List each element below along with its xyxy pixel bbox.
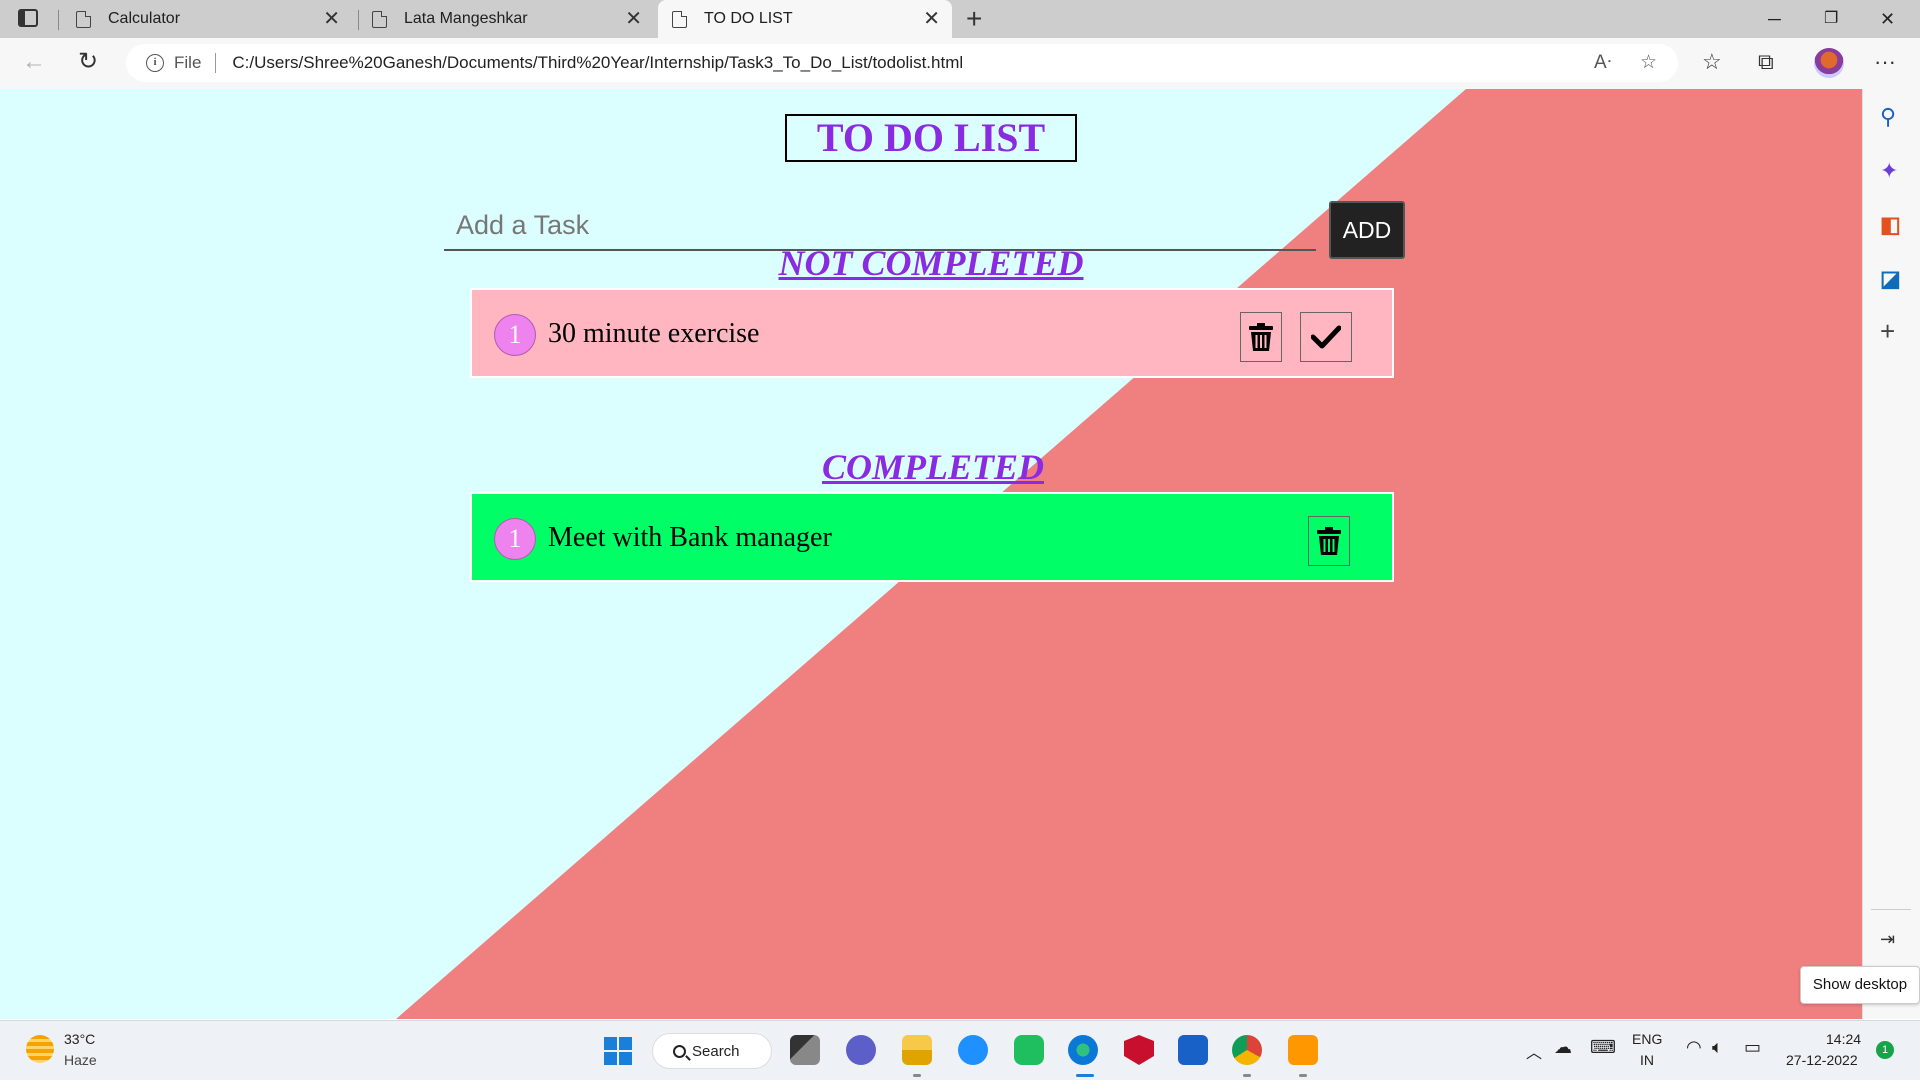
weather-description[interactable]: Haze <box>64 1052 97 1068</box>
tab-calculator[interactable]: Calculator ✕ <box>62 0 352 38</box>
active-indicator <box>1076 1074 1094 1077</box>
running-indicator <box>1243 1074 1251 1077</box>
task-view-icon[interactable] <box>790 1035 820 1065</box>
more-icon[interactable]: ··· <box>1874 50 1896 74</box>
delete-button[interactable] <box>1240 312 1282 362</box>
scheme-label: File <box>174 53 202 72</box>
page-icon <box>372 10 387 28</box>
tab-title: Calculator <box>108 10 181 27</box>
tab-to-do-list[interactable]: TO DO LIST ✕ <box>658 0 952 38</box>
tab-separator <box>358 10 359 30</box>
read-aloud-icon[interactable]: Aᐧ <box>1594 51 1612 74</box>
task-number-badge: 1 <box>494 314 536 356</box>
sidebar-divider <box>1871 909 1911 910</box>
check-icon <box>1311 325 1341 349</box>
task-text: 30 minute exercise <box>548 318 760 349</box>
trash-icon <box>1317 527 1341 555</box>
battery-icon[interactable]: ▭ <box>1744 1037 1761 1058</box>
reload-button[interactable]: ↻ <box>78 48 98 76</box>
search-icon[interactable]: ⚲ <box>1880 105 1896 129</box>
clock-date[interactable]: 27-12-2022 <box>1786 1052 1858 1068</box>
weather-icon[interactable] <box>26 1035 54 1063</box>
info-icon[interactable]: i <box>146 54 164 72</box>
collections-icon[interactable]: ⧉ <box>1758 50 1774 74</box>
page-title: TO DO LIST <box>785 114 1077 162</box>
page-icon <box>672 10 687 28</box>
add-icon[interactable]: + <box>1880 318 1895 344</box>
complete-button[interactable] <box>1300 312 1352 362</box>
sublime-text-icon[interactable] <box>1288 1035 1318 1065</box>
keyboard-icon[interactable]: ⌨ <box>1590 1037 1616 1058</box>
tab-title: Lata Mangeshkar <box>404 10 528 27</box>
outlook-icon[interactable]: ◪ <box>1880 267 1901 291</box>
start-button[interactable] <box>604 1037 632 1065</box>
close-window-button[interactable]: ✕ <box>1880 4 1895 34</box>
close-icon[interactable]: ✕ <box>923 9 940 29</box>
back-button[interactable]: ← <box>22 48 46 76</box>
show-desktop-tooltip: Show desktop <box>1800 966 1920 1004</box>
file-explorer-icon[interactable] <box>902 1035 932 1065</box>
task-number-badge: 1 <box>494 518 536 560</box>
trash-icon <box>1249 323 1273 351</box>
not-completed-heading: NOT COMPLETED <box>778 243 1084 283</box>
address-bar[interactable]: i File C:/Users/Shree%20Ganesh/Documents… <box>126 44 1678 82</box>
close-icon[interactable]: ✕ <box>625 9 642 29</box>
office-icon[interactable]: ◧ <box>1880 213 1901 237</box>
hide-sidebar-icon[interactable]: ⇥ <box>1880 927 1895 951</box>
tab-actions-icon[interactable] <box>18 9 38 27</box>
address-separator <box>215 53 217 73</box>
chat-app-icon[interactable] <box>1014 1035 1044 1065</box>
delete-button[interactable] <box>1308 516 1350 566</box>
completed-task-card: 1 Meet with Bank manager <box>470 492 1394 582</box>
add-favorite-icon[interactable]: ☆ <box>1640 51 1657 74</box>
page-viewport: TO DO LIST ADD NOT COMPLETED 1 30 minute… <box>0 89 1862 1019</box>
edge-sidebar: ⚲ ✦ ◧ ◪ + ⇥ <box>1862 89 1920 1019</box>
profile-avatar[interactable] <box>1814 48 1844 78</box>
close-icon[interactable]: ✕ <box>323 9 340 29</box>
store-icon[interactable] <box>1178 1035 1208 1065</box>
taskbar: 33°C Haze Search ︿ ☁ ⌨ ENG IN ◠ 🔈︎ ▭ 14:… <box>0 1020 1920 1080</box>
chevron-up-icon[interactable]: ︿ <box>1526 1039 1542 1063</box>
clock-time[interactable]: 14:24 <box>1826 1031 1861 1047</box>
add-button[interactable]: ADD <box>1329 201 1405 259</box>
url-text[interactable]: C:/Users/Shree%20Ganesh/Documents/Third%… <box>232 53 963 73</box>
running-indicator <box>913 1074 921 1077</box>
language-line1[interactable]: ENG <box>1632 1031 1662 1047</box>
chrome-icon[interactable] <box>1232 1035 1262 1065</box>
teams-chat-icon[interactable] <box>846 1035 876 1065</box>
minimize-button[interactable]: ─ <box>1768 4 1781 34</box>
language-line2[interactable]: IN <box>1640 1052 1654 1068</box>
edge-browser-icon[interactable] <box>1068 1035 1098 1065</box>
wifi-icon[interactable]: ◠ <box>1686 1037 1702 1058</box>
tab-separator <box>58 10 59 30</box>
task-text: Meet with Bank manager <box>548 522 832 553</box>
taskbar-search[interactable]: Search <box>652 1033 772 1069</box>
notification-badge[interactable]: 1 <box>1876 1041 1894 1059</box>
search-icon <box>673 1044 686 1058</box>
completed-heading: COMPLETED <box>822 447 1045 487</box>
page-icon <box>76 10 91 28</box>
tab-strip: Calculator ✕ Lata Mangeshkar ✕ TO DO LIS… <box>0 0 1920 38</box>
tab-lata-mangeshkar[interactable]: Lata Mangeshkar ✕ <box>362 0 654 38</box>
running-indicator <box>1299 1074 1307 1077</box>
weather-temperature[interactable]: 33°C <box>64 1031 95 1047</box>
onedrive-icon[interactable]: ☁ <box>1554 1037 1572 1058</box>
pending-task-card: 1 30 minute exercise <box>470 288 1394 378</box>
tab-title: TO DO LIST <box>704 10 793 27</box>
address-bar-row: ← ↻ i File C:/Users/Shree%20Ganesh/Docum… <box>0 38 1920 90</box>
new-tab-button[interactable]: + <box>966 4 982 34</box>
favorites-icon[interactable]: ☆ <box>1702 50 1722 74</box>
restore-button[interactable]: ❐ <box>1824 4 1838 34</box>
copilot-icon[interactable]: ✦ <box>1880 159 1898 183</box>
search-label: Search <box>692 1042 740 1060</box>
volume-icon[interactable]: 🔈︎ <box>1712 1037 1723 1058</box>
mcafee-icon[interactable] <box>1124 1035 1154 1065</box>
help-icon[interactable] <box>958 1035 988 1065</box>
